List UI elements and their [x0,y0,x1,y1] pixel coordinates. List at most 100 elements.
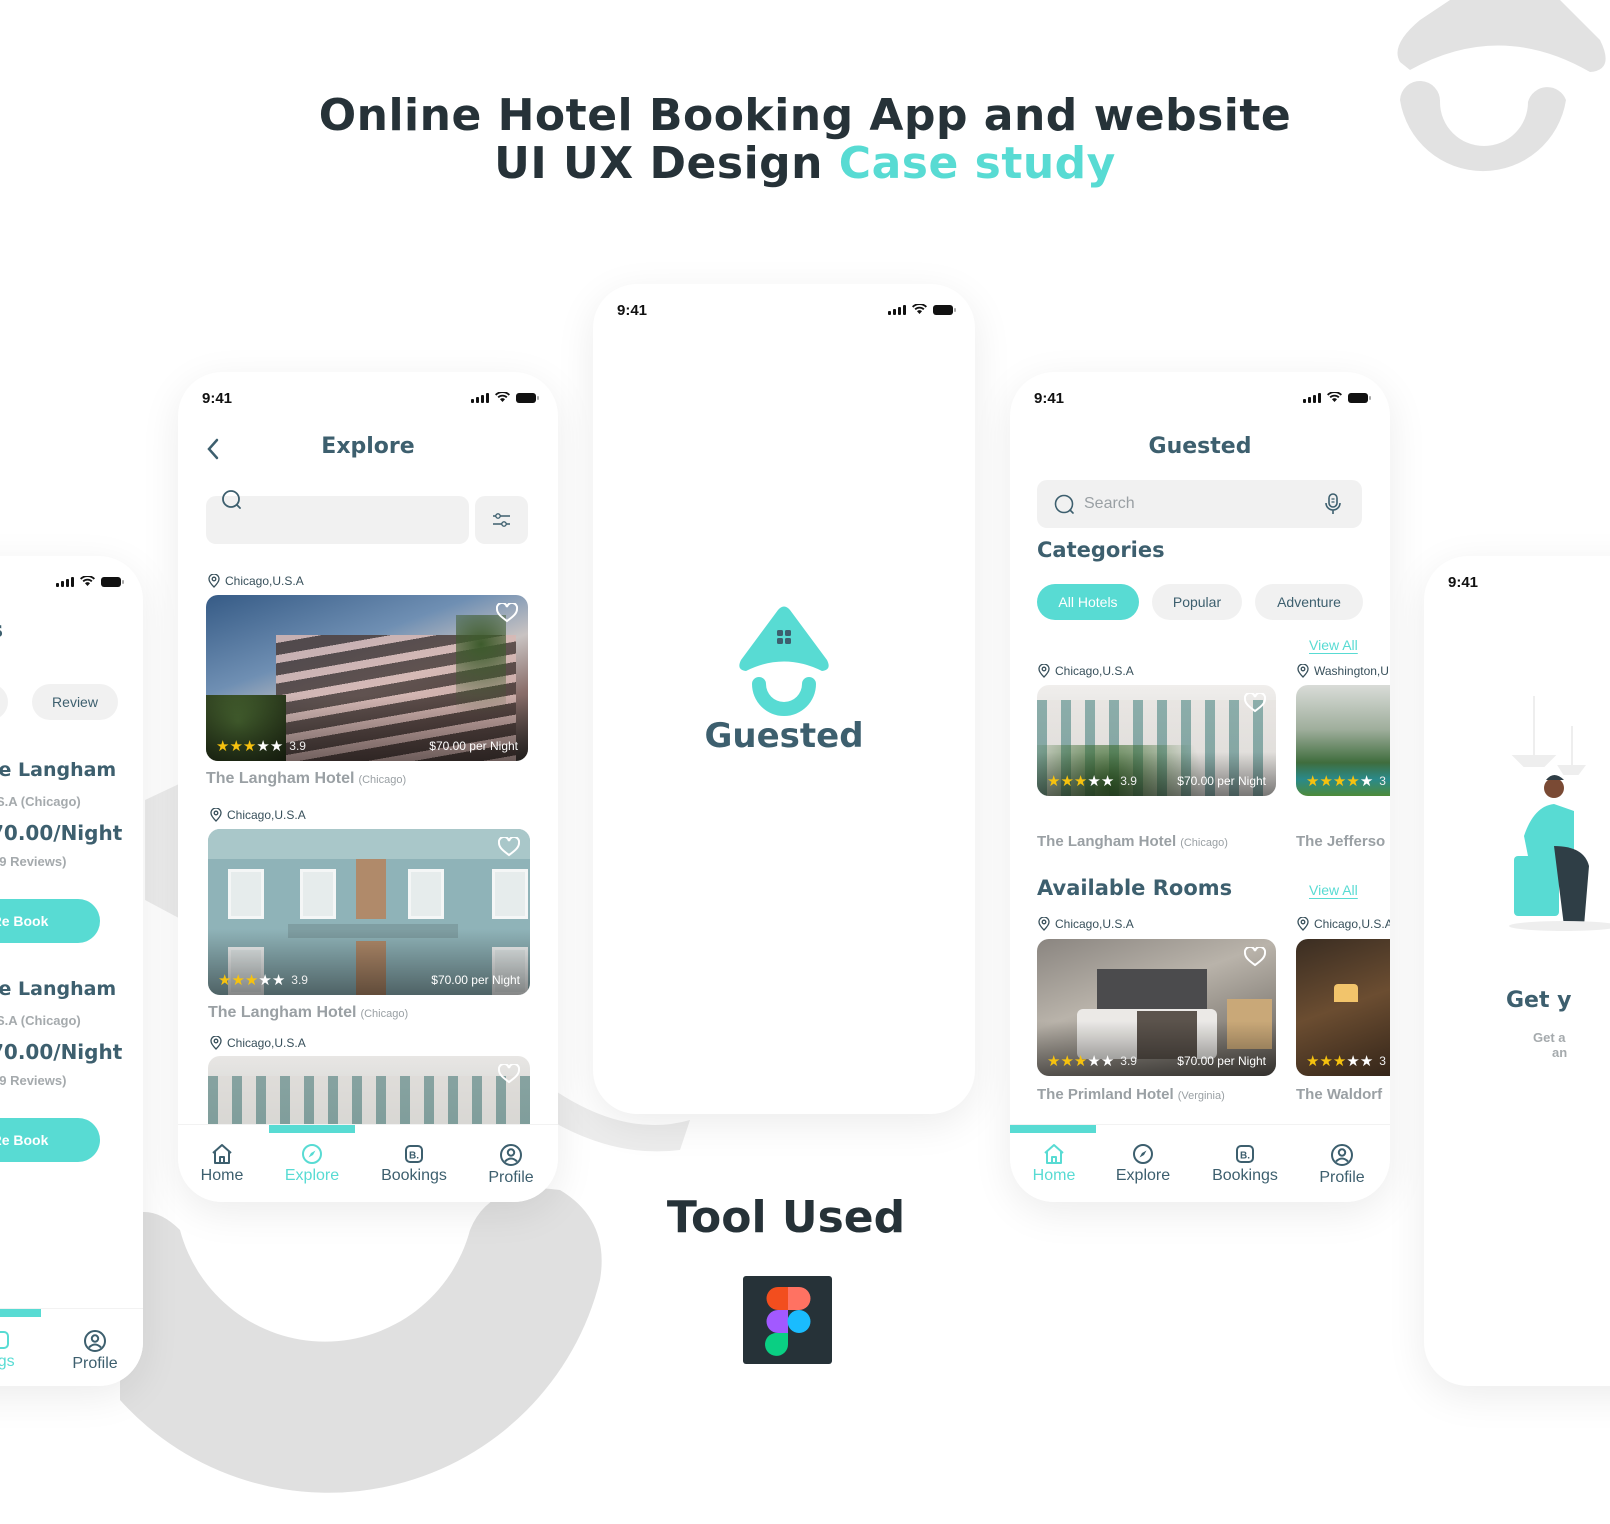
favorite-heart-icon[interactable] [498,837,520,857]
chip-hotel[interactable]: el [0,684,8,720]
star-filled-icon: ★ [1319,773,1333,790]
room-card-image[interactable]: ★★★★★ 3 [1296,939,1390,1076]
hotel-card-image[interactable]: ★★★★★ 3.9 $70.00 per Night [208,829,530,995]
watermark-roof [1397,0,1606,72]
search-placeholder: Search [1084,495,1135,512]
bottom-nav: Home Explore B. Bookings Profile [1010,1124,1390,1202]
rebook-button[interactable]: Re Book [0,1118,100,1162]
bookings-icon: B. [405,1145,423,1163]
room-hotel-name: The Primland Hotel (Verginia) [1037,1086,1225,1103]
nav-bookings[interactable]: B. Bookings [1205,1143,1285,1185]
room-card-image[interactable]: ★★★★★ 3.9 $70.00 per Night [1037,939,1276,1076]
star-empty-icon: ★ [1100,1053,1115,1070]
nav-home[interactable]: Home [182,1143,262,1185]
hotel-name: The Langham Hotel (Chicago) [206,770,407,787]
star-empty-icon: ★ [1359,1053,1374,1070]
location-pin-icon [1297,917,1309,931]
guested-logo-icon [739,606,829,716]
microphone-icon[interactable] [1324,492,1342,516]
hotel-card-image[interactable]: ★★★★★ 3.9 $70.00 per Night [206,595,528,761]
search-input[interactable] [206,496,469,544]
star-rating: ★★★★★ 3 [1306,1053,1386,1070]
status-bar [0,556,143,606]
traveler-illustration [1509,696,1610,931]
booking-location: S.A (Chicago) [0,1013,81,1028]
explore-phone: 9:41 Explore Chicago,U.S.A ★★★★★ 3.9 $70.… [178,372,558,1202]
star-empty-icon: ★ [1100,773,1115,790]
nav-profile[interactable]: Profile [55,1329,135,1373]
star-rating: ★★★★★ 3.9 [216,738,306,755]
nav-bookings[interactable]: ings [0,1329,40,1371]
page-title: Explore [321,434,415,459]
booking-reviews: 69 Reviews) [0,1073,67,1088]
wifi-icon [912,304,927,314]
status-bar: 9:41 [593,284,975,334]
booking-hotel-name: he Langham [0,978,117,1000]
star-empty-icon: ★ [1087,773,1101,790]
chip-adventure[interactable]: Adventure [1255,584,1363,620]
bookings-icon [0,1331,9,1349]
signal-icon [888,305,906,315]
location-label: Washington,U [1297,664,1389,678]
search-icon [222,490,241,509]
favorite-heart-icon[interactable] [496,603,518,623]
nav-explore[interactable]: Explore [272,1143,352,1185]
status-bar: 9:41 [1424,556,1610,606]
onboarding-phone: 9:41 Get y Get a an [1424,556,1610,1386]
bookings-title: s [0,618,3,643]
chip-all-hotels[interactable]: All Hotels [1037,584,1139,620]
star-filled-icon: ★ [1047,1053,1061,1070]
onboarding-subtitle-line2: an [1552,1045,1568,1060]
rebook-button[interactable]: Re Book [0,899,100,943]
status-bar: 9:41 [1010,372,1390,422]
location-pin-icon [1297,664,1309,678]
star-empty-icon: ★ [271,972,286,989]
nav-profile[interactable]: Profile [1302,1143,1382,1187]
location-label: Chicago,U.S.A [210,808,306,822]
nav-bookings[interactable]: B. Bookings [374,1143,454,1185]
headline: Online Hotel Booking App and website UI … [0,92,1610,188]
nav-explore[interactable]: Explore [1103,1143,1183,1185]
search-input[interactable]: Search [1037,480,1362,528]
location-label: Chicago,U.S.A [1038,917,1134,931]
star-filled-icon: ★ [1060,773,1074,790]
view-all-rooms-link[interactable]: View All [1309,882,1358,898]
nav-active-indicator [269,1125,355,1133]
hotel-card-image[interactable]: ★★★★★ 3 [1296,685,1390,796]
location-pin-icon [210,808,222,822]
favorite-heart-icon[interactable] [1244,693,1266,713]
hotel-price: $70.00 per Night [1177,774,1266,788]
status-bar: 9:41 [178,372,558,422]
hotel-card-image[interactable]: ★★★★★ 3.9 $70.00 per Night [1037,685,1276,796]
chip-review[interactable]: Review [32,684,118,720]
filter-sliders-icon [493,513,510,527]
tools-heading: Tool Used [666,1192,906,1243]
view-all-hotels-link[interactable]: View All [1309,637,1358,653]
star-empty-icon: ★ [1346,1053,1360,1070]
room-hotel-name: The Waldorf [1296,1086,1383,1103]
star-filled-icon: ★ [1060,1053,1074,1070]
booking-reviews: 69 Reviews) [0,854,67,869]
nav-active-indicator [0,1309,41,1317]
star-filled-icon: ★ [244,972,259,989]
location-pin-icon [210,1036,222,1050]
wifi-icon [1327,392,1342,402]
signal-icon [56,577,74,587]
status-time: 9:41 [617,302,648,319]
battery-icon [101,577,124,587]
nav-home[interactable]: Home [1014,1143,1094,1185]
favorite-heart-icon[interactable] [498,1064,520,1084]
favorite-heart-icon[interactable] [1244,947,1266,967]
star-filled-icon: ★ [1332,773,1347,790]
signal-icon [1303,393,1321,403]
location-pin-icon [1038,664,1050,678]
nav-profile[interactable]: Profile [471,1143,551,1187]
star-filled-icon: ★ [229,738,243,755]
chip-popular[interactable]: Popular [1152,584,1242,620]
bookings-icon: B. [1236,1145,1254,1163]
filter-button[interactable] [475,496,528,544]
bottom-nav: Home Explore B. Bookings Profile [178,1124,558,1202]
profile-icon [84,1330,106,1352]
figma-icon [743,1276,832,1364]
battery-icon [933,305,956,315]
